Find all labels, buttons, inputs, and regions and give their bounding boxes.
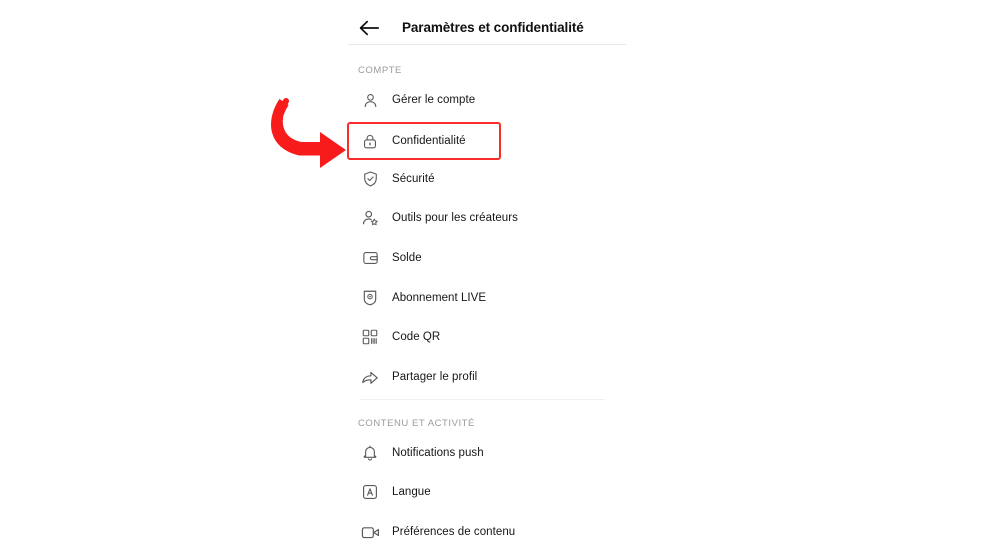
settings-item-label: Partager le profil (392, 371, 478, 383)
settings-item-label: Solde (392, 252, 422, 264)
settings-item-gerer-le-compte[interactable]: Gérer le compte (348, 82, 622, 118)
settings-item-langue[interactable]: Langue (348, 474, 622, 510)
section-divider (360, 399, 605, 400)
settings-item-preferences-contenu[interactable]: Préférences de contenu (348, 514, 622, 550)
video-icon (360, 522, 380, 542)
settings-item-label: Gérer le compte (392, 94, 476, 106)
settings-item-label: Notifications push (392, 447, 484, 459)
settings-panel: Paramètres et confidentialité COMPTE Gér… (340, 0, 630, 560)
page-header: Paramètres et confidentialité (340, 0, 630, 45)
qr-code-icon (360, 327, 380, 347)
settings-item-confidentialite[interactable]: Confidentialité (347, 122, 501, 160)
share-arrow-icon (360, 367, 380, 387)
settings-item-abonnement-live[interactable]: Abonnement LIVE (348, 280, 622, 316)
settings-item-label: Langue (392, 486, 431, 498)
language-icon (360, 482, 380, 502)
shield-live-icon (360, 288, 380, 308)
shield-check-icon (360, 169, 380, 189)
settings-item-label: Code QR (392, 331, 441, 343)
settings-item-partager-profil[interactable]: Partager le profil (348, 359, 622, 395)
settings-item-outils-createurs[interactable]: Outils pour les créateurs (348, 200, 622, 236)
lock-icon (360, 131, 380, 151)
section-label-contenu-activite: CONTENU ET ACTIVITÉ (358, 418, 475, 429)
settings-item-label: Préférences de contenu (392, 526, 516, 538)
settings-item-solde[interactable]: Solde (348, 240, 622, 276)
settings-item-label: Outils pour les créateurs (392, 212, 518, 224)
settings-item-label: Confidentialité (392, 135, 466, 147)
back-arrow-icon[interactable] (358, 18, 380, 38)
settings-item-label: Abonnement LIVE (392, 292, 487, 304)
section-label-compte: COMPTE (358, 65, 402, 76)
page-title: Paramètres et confidentialité (402, 20, 584, 35)
wallet-icon (360, 248, 380, 268)
settings-item-securite[interactable]: Sécurité (348, 161, 622, 197)
bell-icon (360, 443, 380, 463)
header-divider (348, 44, 626, 45)
person-star-icon (360, 208, 380, 228)
settings-item-label: Sécurité (392, 173, 435, 185)
settings-item-notifications-push[interactable]: Notifications push (348, 435, 622, 471)
person-icon (360, 90, 380, 110)
settings-item-code-qr[interactable]: Code QR (348, 319, 622, 355)
